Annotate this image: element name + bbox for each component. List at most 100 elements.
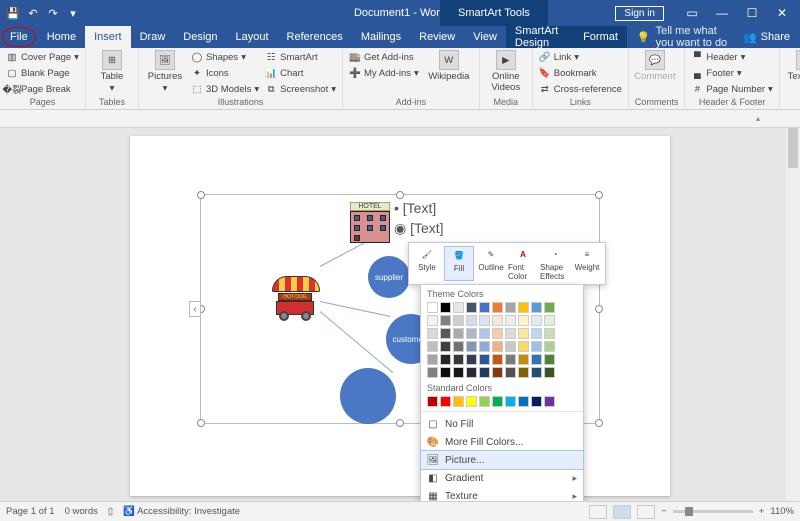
color-swatch[interactable] [427, 302, 438, 313]
wikipedia-button[interactable]: WWikipedia [425, 50, 473, 82]
ribbon-options-icon[interactable]: ▭ [678, 3, 706, 23]
color-swatch[interactable] [505, 396, 516, 407]
picture-item[interactable]: 🖼Picture... [421, 451, 583, 469]
tab-review[interactable]: Review [410, 26, 464, 48]
link-button[interactable]: 🔗Link ▾ [539, 50, 622, 64]
tab-view[interactable]: View [464, 26, 506, 48]
mini-shapeeffects[interactable]: ◔Shape Effects [540, 246, 570, 281]
color-swatch[interactable] [479, 341, 490, 352]
color-swatch[interactable] [505, 328, 516, 339]
color-swatch[interactable] [544, 328, 555, 339]
color-swatch[interactable] [440, 302, 451, 313]
tab-design[interactable]: Design [174, 26, 226, 48]
color-swatch[interactable] [440, 328, 451, 339]
page[interactable]: ‹ HOT DOG HOTEL supplier customers • [Te… [130, 136, 670, 496]
node-blank[interactable] [340, 368, 396, 424]
zoom-level[interactable]: 110% [770, 506, 794, 517]
color-swatch[interactable] [531, 341, 542, 352]
color-swatch[interactable] [427, 328, 438, 339]
page-break-button[interactable]: �裂Page Break [6, 82, 79, 96]
mini-weight[interactable]: ≡Weight [572, 246, 602, 281]
view-print[interactable] [613, 505, 631, 519]
save-icon[interactable]: 💾 [6, 6, 20, 20]
pictures-button[interactable]: 🖼Pictures▾ [145, 50, 185, 94]
color-swatch[interactable] [518, 328, 529, 339]
tab-home[interactable]: Home [38, 26, 85, 48]
color-swatch[interactable] [440, 367, 451, 378]
redo-icon[interactable]: ↷ [46, 6, 60, 20]
mini-fill[interactable]: 🪣Fill [444, 246, 474, 281]
accessibility-status[interactable]: ♿ Accessibility: Investigate [123, 506, 240, 517]
color-swatch[interactable] [505, 341, 516, 352]
table-button[interactable]: ⊞Table▾ [92, 50, 132, 94]
online-videos-button[interactable]: ▶Online Videos [486, 50, 526, 93]
tab-insert[interactable]: Insert [85, 26, 131, 48]
color-swatch[interactable] [492, 328, 503, 339]
bookmark-button[interactable]: 🔖Bookmark [539, 66, 622, 80]
color-swatch[interactable] [453, 315, 464, 326]
mini-outline[interactable]: ✎Outline [476, 246, 506, 281]
cover-page-button[interactable]: ▥Cover Page ▾ [6, 50, 79, 64]
qat-more-icon[interactable]: ▾ [66, 6, 80, 20]
color-swatch[interactable] [518, 302, 529, 313]
share-button[interactable]: 👥Share [733, 26, 800, 48]
tab-draw[interactable]: Draw [131, 26, 175, 48]
3dmodels-button[interactable]: ⬚3D Models ▾ [191, 82, 259, 96]
morecolors-item[interactable]: 🎨More Fill Colors... [421, 433, 583, 451]
color-swatch[interactable] [544, 354, 555, 365]
color-swatch[interactable] [453, 341, 464, 352]
shapes-button[interactable]: ◯Shapes ▾ [191, 50, 259, 64]
crossref-button[interactable]: ⇄Cross-reference [539, 82, 622, 96]
color-swatch[interactable] [518, 396, 529, 407]
color-swatch[interactable] [492, 367, 503, 378]
language-indicator[interactable]: ▯ [108, 506, 113, 517]
color-swatch[interactable] [531, 367, 542, 378]
color-swatch[interactable] [466, 354, 477, 365]
mini-style[interactable]: 🖌Style [412, 246, 442, 281]
color-swatch[interactable] [466, 396, 477, 407]
minimize-button[interactable]: — [708, 3, 736, 23]
color-swatch[interactable] [505, 367, 516, 378]
tab-file[interactable]: File [2, 27, 36, 47]
chart-button[interactable]: 📊Chart [265, 66, 336, 80]
color-swatch[interactable] [492, 354, 503, 365]
color-swatch[interactable] [531, 354, 542, 365]
color-swatch[interactable] [531, 315, 542, 326]
color-swatch[interactable] [440, 315, 451, 326]
color-swatch[interactable] [544, 341, 555, 352]
color-swatch[interactable] [466, 302, 477, 313]
screenshot-button[interactable]: ⧉Screenshot ▾ [265, 82, 336, 96]
color-swatch[interactable] [440, 354, 451, 365]
undo-icon[interactable]: ↶ [26, 6, 40, 20]
color-swatch[interactable] [505, 354, 516, 365]
smartart-button[interactable]: ☷SmartArt [265, 50, 336, 64]
view-web[interactable] [637, 505, 655, 519]
color-swatch[interactable] [453, 328, 464, 339]
color-swatch[interactable] [492, 341, 503, 352]
tab-format[interactable]: Format [574, 26, 627, 48]
color-swatch[interactable] [518, 341, 529, 352]
icons-button[interactable]: ✦Icons [191, 66, 259, 80]
footer-button[interactable]: ▄Footer ▾ [691, 66, 772, 80]
node-supplier[interactable]: supplier [368, 256, 410, 298]
header-button[interactable]: ▀Header ▾ [691, 50, 772, 64]
color-swatch[interactable] [518, 315, 529, 326]
word-count[interactable]: 0 words [65, 506, 98, 517]
nofill-item[interactable]: ▢No Fill [421, 415, 583, 433]
view-read[interactable] [589, 505, 607, 519]
color-swatch[interactable] [453, 367, 464, 378]
color-swatch[interactable] [466, 315, 477, 326]
textpane-toggle[interactable]: ‹ [189, 301, 201, 317]
hotel-image[interactable]: HOTEL [350, 202, 390, 243]
color-swatch[interactable] [531, 396, 542, 407]
mini-fontcolor[interactable]: AFont Color [508, 246, 538, 281]
color-swatch[interactable] [453, 396, 464, 407]
color-swatch[interactable] [492, 396, 503, 407]
get-addins-button[interactable]: 🏬Get Add-ins [349, 50, 419, 64]
zoom-out[interactable]: − [661, 506, 667, 517]
signin-button[interactable]: Sign in [615, 6, 664, 21]
color-swatch[interactable] [427, 367, 438, 378]
color-swatch[interactable] [466, 341, 477, 352]
text-placeholder-2[interactable]: ◉ [Text] [394, 220, 444, 237]
color-swatch[interactable] [453, 302, 464, 313]
